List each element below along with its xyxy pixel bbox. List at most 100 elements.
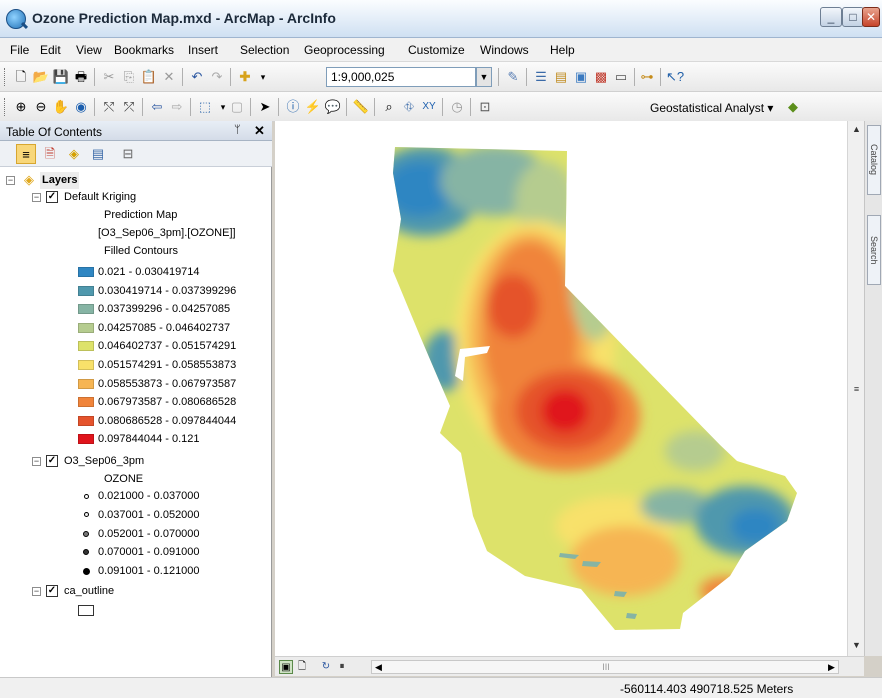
menu-file[interactable]: File <box>10 43 29 57</box>
paste-icon[interactable]: 📋 <box>140 68 158 86</box>
kriging-class-swatch[interactable] <box>78 322 94 333</box>
fixed-zoom-in-icon[interactable]: ⤲ <box>100 98 118 116</box>
kriging-layer-name[interactable]: Default Kriging <box>64 189 136 206</box>
table-of-contents-icon[interactable]: ☰ <box>532 68 550 86</box>
kriging-class-swatch[interactable] <box>78 341 94 352</box>
toolbar-grip[interactable] <box>4 68 7 86</box>
search-tab[interactable]: Search <box>867 215 881 285</box>
python-window-icon[interactable]: ▭ <box>612 68 630 86</box>
list-by-source-icon[interactable]: 🗎 <box>40 144 60 164</box>
geostatistical-analyst-menu[interactable]: Geostatistical Analyst ▾ <box>642 97 806 119</box>
kriging-visibility-checkbox[interactable]: ✓ <box>46 191 58 203</box>
time-slider-icon[interactable]: ◷ <box>448 98 466 116</box>
options-icon[interactable]: ⊟ <box>118 144 138 164</box>
modelbuilder-icon[interactable]: ⊶ <box>638 68 656 86</box>
scroll-thumb[interactable]: III <box>596 661 616 673</box>
menu-selection[interactable]: Selection <box>240 43 289 57</box>
kriging-class-swatch[interactable] <box>78 267 94 277</box>
kriging-class-swatch[interactable] <box>78 360 94 370</box>
menu-bookmarks[interactable]: Bookmarks <box>114 43 174 57</box>
map-scale-input[interactable]: 1:9,000,025 <box>326 67 476 87</box>
cut-icon[interactable]: ✂ <box>100 68 118 86</box>
save-icon[interactable]: 💾 <box>52 68 70 86</box>
delete-icon[interactable]: ✕ <box>160 68 178 86</box>
search-window-icon[interactable]: ▣ <box>572 68 590 86</box>
kriging-class-swatch[interactable] <box>78 285 94 296</box>
kriging-class-swatch[interactable] <box>78 415 94 426</box>
refresh-icon[interactable]: ↻ <box>319 660 333 674</box>
go-to-xy-icon[interactable]: XY <box>420 98 438 116</box>
new-document-icon[interactable]: 🗋 <box>12 68 30 86</box>
collapse-layers-icon[interactable]: − <box>6 176 15 185</box>
map-vertical-scrollbar[interactable]: ▲ ≡ ▼ <box>847 121 864 656</box>
select-elements-arrow-icon[interactable]: ➤ <box>256 98 274 116</box>
scroll-up-icon[interactable]: ▲ <box>850 123 863 136</box>
kriging-class-swatch[interactable] <box>78 434 94 445</box>
point-class-symbol[interactable] <box>83 549 89 556</box>
list-by-selection-icon[interactable]: ▤ <box>88 144 108 164</box>
clear-selection-icon[interactable]: ▢ <box>228 98 246 116</box>
toolbar-grip[interactable] <box>4 98 7 116</box>
layers-root-label[interactable]: Layers <box>40 172 80 189</box>
catalog-window-icon[interactable]: ▤ <box>552 68 570 86</box>
forward-extent-icon[interactable]: ⇨ <box>168 98 186 116</box>
point-class-symbol[interactable] <box>83 493 89 499</box>
scroll-left-icon[interactable]: ◀ <box>372 661 385 673</box>
back-extent-icon[interactable]: ⇦ <box>148 98 166 116</box>
find-binoculars-icon[interactable]: ⌕ <box>380 98 398 116</box>
list-by-visibility-icon[interactable]: ◈ <box>64 144 84 164</box>
point-class-symbol[interactable] <box>83 530 89 537</box>
scroll-down-icon[interactable]: ▼ <box>850 639 863 652</box>
points-visibility-checkbox[interactable]: ✓ <box>46 455 58 467</box>
outline-visibility-checkbox[interactable]: ✓ <box>46 585 58 597</box>
data-view-icon[interactable]: ▣ <box>279 660 293 674</box>
close-button[interactable]: ✕ <box>862 7 880 27</box>
outline-layer-name[interactable]: ca_outline <box>64 583 114 600</box>
arctoolbox-icon[interactable]: ▩ <box>592 68 610 86</box>
points-layer-name[interactable]: O3_Sep06_3pm <box>64 453 144 470</box>
map-display[interactable] <box>275 121 847 656</box>
catalog-tab[interactable]: Catalog <box>867 125 881 195</box>
list-by-drawing-order-icon[interactable]: ≡ <box>16 144 36 164</box>
geostatistical-wizard-icon[interactable]: ◆ <box>784 98 802 116</box>
collapse-outline-icon[interactable]: − <box>32 587 41 596</box>
menu-edit[interactable]: Edit <box>40 43 61 57</box>
full-extent-globe-icon[interactable]: ◉ <box>72 98 90 116</box>
whats-this-help-icon[interactable]: ↖? <box>666 68 684 86</box>
html-popup-icon[interactable]: 💬 <box>324 98 342 116</box>
viewer-window-icon[interactable]: ⊡ <box>476 98 494 116</box>
toc-close-icon[interactable]: ✕ <box>254 123 265 139</box>
identify-icon[interactable]: ⓘ <box>284 98 302 116</box>
maximize-button[interactable]: □ <box>842 7 864 27</box>
scale-dropdown-icon[interactable]: ▼ <box>476 67 492 87</box>
california-ozone-map[interactable] <box>275 121 847 656</box>
point-class-symbol[interactable] <box>83 512 89 518</box>
menu-help[interactable]: Help <box>550 43 575 57</box>
add-data-icon[interactable]: ✚ <box>236 68 254 86</box>
fixed-zoom-out-icon[interactable]: ⤱ <box>120 98 138 116</box>
kriging-class-swatch[interactable] <box>78 378 94 389</box>
hyperlink-icon[interactable]: ⚡ <box>304 98 322 116</box>
editor-toolbar-icon[interactable]: ✎ <box>504 68 522 86</box>
measure-icon[interactable]: 📏 <box>352 98 370 116</box>
zoom-out-icon[interactable]: ⊖ <box>32 98 50 116</box>
add-data-dropdown-icon[interactable]: ▾ <box>254 68 272 86</box>
menu-customize[interactable]: Customize <box>408 43 465 57</box>
kriging-class-swatch[interactable] <box>78 397 94 408</box>
menu-windows[interactable]: Windows <box>480 43 529 57</box>
menu-geoprocessing[interactable]: Geoprocessing <box>304 43 385 57</box>
scroll-grip-icon[interactable]: ≡ <box>850 383 863 396</box>
point-class-symbol[interactable] <box>82 567 90 575</box>
open-folder-icon[interactable]: 📂 <box>32 68 50 86</box>
collapse-points-icon[interactable]: − <box>32 457 41 466</box>
menu-insert[interactable]: Insert <box>188 43 218 57</box>
zoom-in-icon[interactable]: ⊕ <box>12 98 30 116</box>
undo-icon[interactable]: ↶ <box>188 68 206 86</box>
scroll-right-icon[interactable]: ▶ <box>825 661 838 673</box>
pause-drawing-icon[interactable]: ⏸ <box>335 660 349 674</box>
kriging-class-swatch[interactable] <box>78 304 94 315</box>
copy-icon[interactable]: ⎘ <box>120 68 138 86</box>
collapse-kriging-icon[interactable]: − <box>32 193 41 202</box>
layout-view-icon[interactable]: 🗋 <box>295 660 309 674</box>
find-route-icon[interactable]: ⛗ <box>400 98 418 116</box>
